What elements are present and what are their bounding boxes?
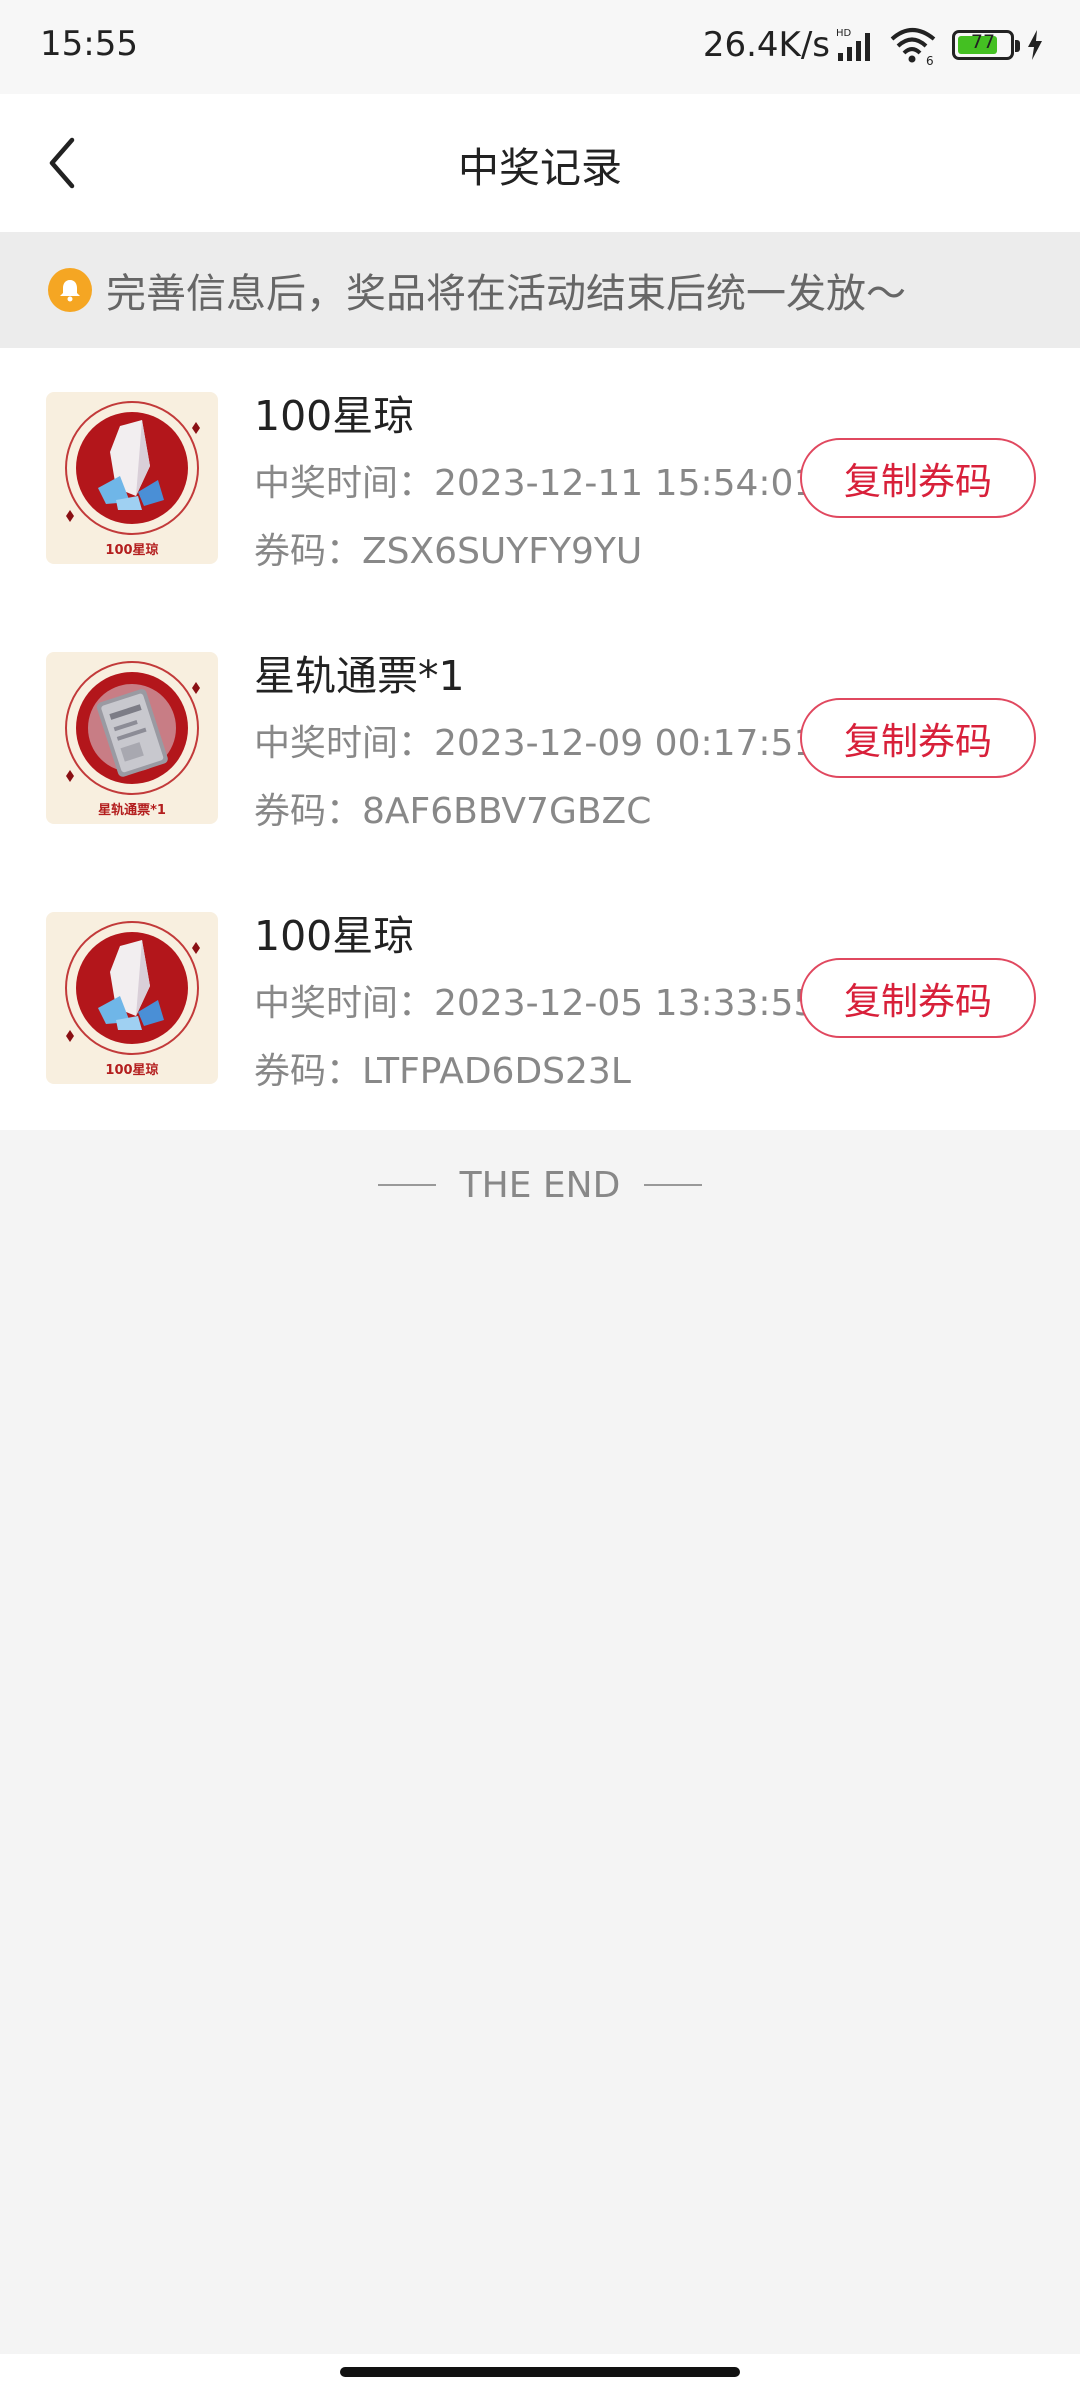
prize-time: 中奖时间：2023-12-05 13:33:55 — [254, 983, 817, 1024]
prize-thumbnail: 100星琼 — [46, 392, 218, 564]
prize-time: 中奖时间：2023-12-11 15:54:01 — [254, 463, 817, 504]
notice-text: 完善信息后，奖品将在活动结束后统一发放～ — [106, 271, 906, 317]
prize-code: 券码：8AF6BBV7GBZC — [254, 791, 652, 832]
thumb-caption: 星轨通票*1 — [98, 803, 166, 818]
divider — [644, 1184, 703, 1186]
record-list: 100星琼 100星琼 中奖时间：2023-12-11 15:54:01 券码：… — [0, 348, 1080, 1130]
battery-icon: 77 — [952, 30, 1020, 60]
prize-name: 100星琼 — [254, 912, 415, 960]
net-speed: 26.4K/s — [702, 25, 830, 65]
bell-icon — [48, 268, 92, 312]
status-bar: 15:55 26.4K/s HD 6 77 — [0, 0, 1080, 94]
svg-text:HD: HD — [836, 28, 852, 39]
prize-thumbnail: 100星琼 — [46, 912, 218, 1084]
list-item: 星轨通票*1 星轨通票*1 中奖时间：2023-12-09 00:17:51 券… — [0, 608, 1080, 868]
status-icons: 26.4K/s HD 6 77 — [703, 22, 1044, 68]
copy-code-button[interactable]: 复制券码 — [800, 698, 1036, 778]
prize-name: 100星琼 — [254, 392, 415, 440]
list-end-marker: THE END — [0, 1160, 1080, 1210]
end-text: THE END — [459, 1164, 621, 1206]
list-item: 100星琼 100星琼 中奖时间：2023-12-05 13:33:55 券码：… — [0, 868, 1080, 1128]
prize-name: 星轨通票*1 — [254, 652, 465, 700]
thumb-caption: 100星琼 — [105, 543, 159, 558]
prize-code: 券码：LTFPAD6DS23L — [254, 1051, 631, 1092]
page-title: 中奖记录 — [458, 144, 622, 192]
charging-icon — [1028, 30, 1042, 60]
notice-banner: 完善信息后，奖品将在活动结束后统一发放～ — [0, 232, 1080, 348]
copy-code-button[interactable]: 复制券码 — [800, 438, 1036, 518]
nav-bar: 中奖记录 — [0, 94, 1080, 232]
svg-text:6: 6 — [926, 54, 934, 65]
battery-level: 77 — [970, 31, 996, 53]
copy-code-button[interactable]: 复制券码 — [800, 958, 1036, 1038]
prize-time: 中奖时间：2023-12-09 00:17:51 — [254, 723, 817, 764]
wifi-icon: 6 — [890, 28, 936, 65]
list-item: 100星琼 100星琼 中奖时间：2023-12-11 15:54:01 券码：… — [0, 348, 1080, 608]
prize-thumbnail: 星轨通票*1 — [46, 652, 218, 824]
status-time: 15:55 — [40, 24, 138, 64]
prize-code: 券码：ZSX6SUYFY9YU — [254, 531, 643, 572]
bottom-strip — [0, 2354, 1080, 2400]
thumb-caption: 100星琼 — [105, 1063, 159, 1078]
home-indicator[interactable] — [340, 2367, 740, 2377]
divider — [377, 1184, 436, 1186]
signal-icon: HD — [836, 28, 870, 61]
